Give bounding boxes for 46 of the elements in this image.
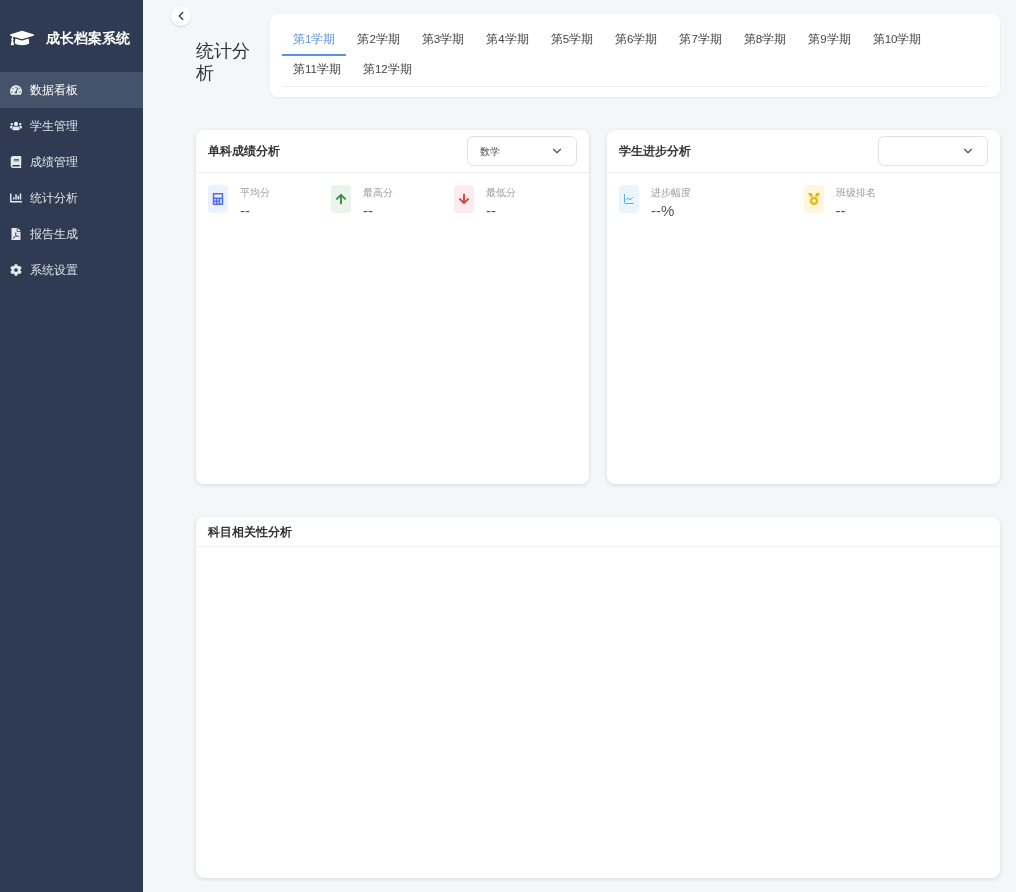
users-icon: [10, 120, 22, 132]
stat-label: 最高分: [363, 186, 393, 200]
stat-label: 班级排名: [835, 186, 876, 200]
stat-value: --: [240, 201, 251, 221]
settings-icon: [10, 264, 22, 276]
semester-tab[interactable]: 第6学期: [604, 26, 669, 56]
sidebar-item[interactable]: 学生管理: [0, 108, 143, 144]
select-field[interactable]: 数学: [467, 136, 577, 166]
sidebar-item[interactable]: 成绩管理: [0, 144, 143, 180]
sidebar-item[interactable]: 数据看板: [0, 72, 143, 108]
stat-label: 进步幅度: [651, 186, 691, 200]
line-chart-icon: [623, 193, 635, 205]
stat-value: --: [486, 201, 497, 221]
semester-tab[interactable]: 第2学期: [346, 26, 411, 56]
page-title: 统计分析: [196, 40, 251, 84]
arrow-down-icon: [458, 193, 470, 205]
calculator-icon: [212, 193, 224, 205]
semester-tab[interactable]: 第5学期: [539, 26, 605, 56]
stat-value: --: [363, 201, 374, 221]
card-title: 科目相关性分析: [208, 523, 292, 541]
stat-value: --%: [651, 201, 676, 221]
select-field[interactable]: [878, 136, 988, 166]
sidebar-item[interactable]: 统计分析: [0, 180, 143, 216]
brand-title: 成长档案系统: [46, 28, 130, 48]
book-icon: [10, 156, 22, 168]
stat-label: 平均分: [240, 186, 270, 200]
medal-icon: [807, 193, 820, 205]
stat-value: --: [835, 201, 847, 221]
semester-tab[interactable]: 第10学期: [861, 26, 933, 56]
stat-label: 最低分: [486, 186, 516, 200]
semester-tab[interactable]: 第7学期: [668, 26, 733, 56]
arrow-up-icon: [335, 193, 347, 205]
document-icon: [10, 228, 22, 240]
card-title: 单科成绩分析: [208, 143, 280, 160]
semester-tab[interactable]: 第12学期: [351, 56, 423, 86]
card-title: 学生进步分析: [619, 143, 691, 160]
sidebar-item[interactable]: 系统设置: [0, 252, 143, 288]
semester-tab[interactable]: 第4学期: [475, 26, 540, 56]
sidebar-item[interactable]: 报告生成: [0, 216, 143, 252]
bar-chart-icon: [10, 192, 22, 204]
collapse-button[interactable]: [171, 6, 191, 26]
semester-tab[interactable]: 第3学期: [410, 26, 476, 56]
semester-tab[interactable]: 第8学期: [732, 26, 798, 56]
semester-tab[interactable]: 第9学期: [797, 26, 862, 56]
dashboard-icon: [10, 84, 22, 96]
semester-tab[interactable]: 第11学期: [282, 56, 352, 86]
